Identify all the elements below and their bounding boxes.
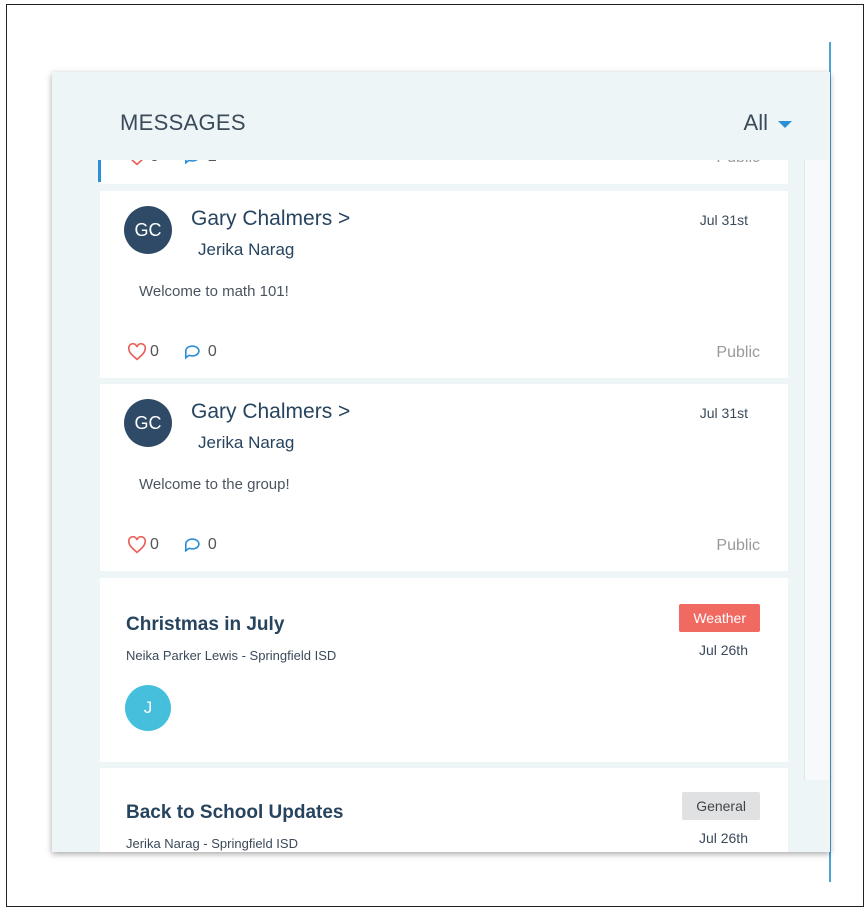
comment-button[interactable]: 0: [183, 343, 217, 361]
visibility-label: Public: [716, 537, 760, 554]
comment-count: 0: [207, 343, 217, 360]
message-card[interactable]: GC Gary Chalmers > Jerika Narag Jul 31st…: [100, 191, 788, 378]
message-text: Welcome to math 101!: [139, 283, 289, 300]
like-button[interactable]: 0: [127, 343, 159, 361]
announcement-card[interactable]: Back to School Updates Jerika Narag - Sp…: [100, 768, 788, 852]
comment-count: 0: [207, 536, 217, 553]
heart-icon: [127, 343, 147, 361]
announcement-card[interactable]: Christmas in July Neika Parker Lewis - S…: [100, 578, 788, 762]
recipient-name[interactable]: Jerika Narag: [198, 433, 294, 453]
like-count: 0: [150, 536, 159, 553]
category-tag: General: [682, 792, 760, 820]
card-actions: 0 0: [127, 536, 217, 554]
announcement-date: Jul 26th: [698, 642, 748, 658]
filter-label: All: [743, 110, 768, 135]
message-card[interactable]: GC Gary Chalmers > Jerika Narag Jul 31st…: [100, 384, 788, 571]
sender-name[interactable]: Gary Chalmers >: [191, 207, 350, 231]
right-column: [804, 160, 829, 780]
chevron-down-icon: [778, 120, 792, 128]
message-date: Jul 31st: [699, 212, 748, 228]
announcement-date: Jul 26th: [698, 830, 748, 846]
avatar[interactable]: GC: [124, 399, 172, 447]
comment-icon: [184, 345, 200, 360]
like-count: 0: [150, 343, 159, 360]
like-button[interactable]: 0: [127, 536, 159, 554]
heart-icon: [127, 536, 147, 554]
recipient-name[interactable]: Jerika Narag: [198, 240, 294, 260]
category-tag: Weather: [679, 604, 760, 632]
announcement-byline: Neika Parker Lewis - Springfield ISD: [126, 648, 337, 663]
announcement-title[interactable]: Christmas in July: [126, 614, 284, 636]
sender-name[interactable]: Gary Chalmers >: [191, 400, 350, 424]
visibility-label: Public: [716, 344, 760, 361]
selected-indicator: [98, 160, 101, 182]
card-actions: 0 0: [127, 343, 217, 361]
message-list[interactable]: 0 2 Public GC Gary Chalmers > Jerika Nar…: [98, 120, 800, 852]
comment-icon: [184, 538, 200, 553]
messages-panel: MESSAGES All 0 2 Public GC: [52, 72, 830, 852]
panel-title: MESSAGES: [120, 110, 246, 135]
announcement-byline: Jerika Narag - Springfield ISD: [126, 836, 298, 851]
comment-button[interactable]: 0: [183, 536, 217, 554]
panel-header: MESSAGES All: [52, 72, 830, 160]
message-date: Jul 31st: [699, 405, 748, 421]
avatar[interactable]: GC: [124, 206, 172, 254]
avatar[interactable]: J: [125, 685, 171, 731]
filter-dropdown[interactable]: All: [744, 110, 792, 136]
announcement-title[interactable]: Back to School Updates: [126, 802, 344, 824]
message-text: Welcome to the group!: [139, 476, 290, 493]
